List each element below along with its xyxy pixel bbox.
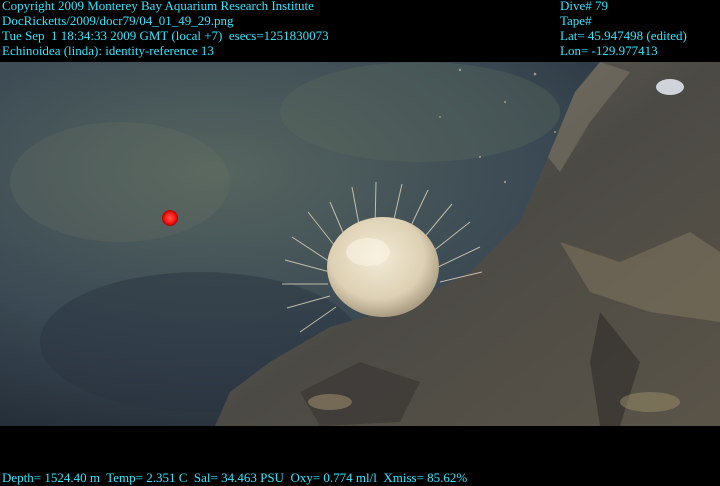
laser-dot	[162, 210, 178, 226]
latitude-text: Lat= 45.947498 (edited)	[560, 28, 687, 43]
sea-urchin	[327, 217, 439, 317]
longitude-text: Lon= -129.977413	[560, 43, 658, 58]
timestamp-text: Tue Sep 1 18:34:33 2009 GMT (local +7) e…	[2, 28, 329, 43]
file-path-text: DocRicketts/2009/docr79/04_01_49_29.png	[2, 13, 234, 28]
identification-text: Echinoidea (linda): identity-reference 1…	[2, 43, 214, 58]
seafloor-scene	[0, 62, 720, 426]
copyright-text: Copyright 2009 Monterey Bay Aquarium Res…	[2, 0, 314, 13]
dive-number-text: Dive# 79	[560, 0, 609, 13]
sensor-readout-text: Depth= 1524.40 m Temp= 2.351 C Sal= 34.4…	[2, 470, 468, 485]
video-frame: Copyright 2009 Monterey Bay Aquarium Res…	[0, 0, 720, 486]
tape-number-text: Tape#	[560, 13, 592, 28]
